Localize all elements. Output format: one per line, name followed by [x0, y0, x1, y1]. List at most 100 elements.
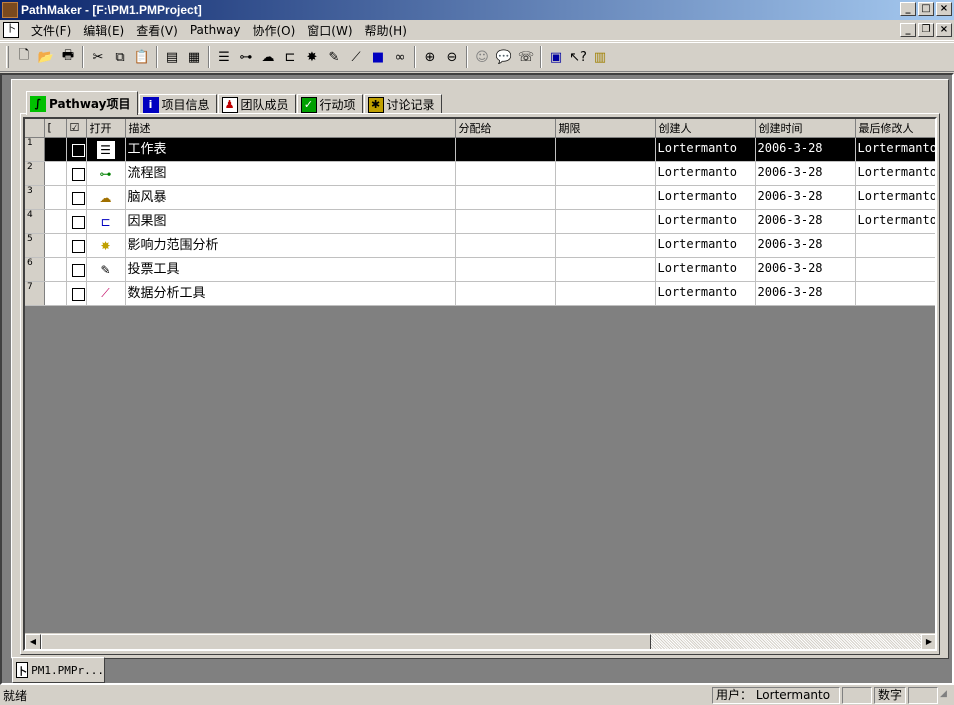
row-number[interactable]: 1 [25, 137, 45, 162]
smiley-icon[interactable]: ☺ [471, 46, 493, 68]
column-header-check[interactable]: ☑ [66, 119, 87, 138]
column-header-creator[interactable]: 创建人 [655, 119, 756, 138]
close-button[interactable]: × [936, 2, 952, 16]
table-row[interactable]: 5 ✸ 影响力范围分析 Lortermanto 2006-3-28 [25, 233, 935, 258]
row-description[interactable]: 投票工具 [125, 257, 456, 282]
impact-analysis-icon[interactable]: ✸ [96, 236, 116, 256]
row-number[interactable]: 4 [25, 209, 45, 234]
row-assigned[interactable] [455, 233, 556, 258]
zoom-out-icon[interactable]: ⊖ [441, 46, 463, 68]
voting-tool-icon[interactable]: ✎ [323, 46, 345, 68]
row-creator[interactable]: Lortermanto [655, 209, 756, 234]
row-modifier[interactable] [855, 281, 935, 306]
row-modifier[interactable]: Lortermanto [855, 209, 935, 234]
row-creator[interactable]: Lortermanto [655, 185, 756, 210]
tab-pathway-project[interactable]: ∫ Pathway项目 [26, 91, 138, 115]
tab-project-info[interactable]: i 项目信息 [138, 94, 217, 114]
row-description[interactable]: 流程图 [125, 161, 456, 186]
flowchart-icon[interactable]: ⊶ [96, 164, 116, 184]
row-due[interactable] [555, 257, 656, 282]
row-created[interactable]: 2006-3-28 [755, 209, 856, 234]
row-assigned[interactable] [455, 137, 556, 162]
table-row[interactable]: 4 ⊏ 因果图 Lortermanto 2006-3-28 Lortermant… [25, 209, 935, 234]
cause-effect-icon[interactable]: ⊏ [96, 212, 116, 232]
size-grip-icon[interactable]: ◢ [940, 689, 954, 703]
mdi-restore-button[interactable]: ❐ [918, 23, 934, 37]
row-description[interactable]: 数据分析工具 [125, 281, 456, 306]
column-header-due[interactable]: 期限 [555, 119, 656, 138]
stage-icon[interactable]: ▦ [183, 46, 205, 68]
row-created[interactable]: 2006-3-28 [755, 233, 856, 258]
cause-effect-icon[interactable]: ⊏ [279, 46, 301, 68]
about-icon[interactable]: ▥ [589, 46, 611, 68]
row-creator[interactable]: Lortermanto [655, 137, 756, 162]
column-header-open[interactable]: 打开 [86, 119, 126, 138]
row-modifier[interactable] [855, 233, 935, 258]
scroll-left-button[interactable]: ◀ [25, 634, 41, 649]
row-modifier[interactable]: Lortermanto [855, 137, 935, 162]
print-icon[interactable]: 🖶 [57, 46, 79, 68]
row-creator[interactable]: Lortermanto [655, 281, 756, 306]
column-header[interactable]: [ [44, 119, 67, 138]
worksheet-icon[interactable]: ☰ [213, 46, 235, 68]
context-help-icon[interactable]: ↖? [567, 46, 589, 68]
row-modifier[interactable]: Lortermanto [855, 161, 935, 186]
voting-tool-icon[interactable]: ✎ [96, 260, 116, 280]
open-icon[interactable]: 📂 [35, 46, 57, 68]
meeting-icon[interactable]: ☏ [515, 46, 537, 68]
row-due[interactable] [555, 281, 656, 306]
paste-icon[interactable]: 📋 [131, 46, 153, 68]
row-checkbox[interactable] [71, 167, 85, 181]
column-header-assigned[interactable]: 分配给 [455, 119, 556, 138]
menu-collaborate[interactable]: 协作(O) [246, 20, 301, 41]
scroll-right-button[interactable]: ▶ [921, 634, 935, 649]
menu-file[interactable]: 文件(F) [25, 20, 77, 41]
table-row[interactable]: 2 ⊶ 流程图 Lortermanto 2006-3-28 Lortermant… [25, 161, 935, 186]
row-checkbox[interactable] [71, 287, 85, 301]
scroll-thumb[interactable] [41, 634, 651, 649]
document-icon[interactable]: 卜 [3, 22, 19, 38]
table-row[interactable]: 6 ✎ 投票工具 Lortermanto 2006-3-28 [25, 257, 935, 282]
row-creator[interactable]: Lortermanto [655, 257, 756, 282]
row-number[interactable]: 3 [25, 185, 45, 210]
column-header-description[interactable]: 描述 [125, 119, 456, 138]
row-modifier[interactable]: Lortermanto [855, 185, 935, 210]
horizontal-scrollbar[interactable]: ◀ ▶ [25, 633, 935, 649]
brainstorm-icon[interactable]: ☁ [257, 46, 279, 68]
tab-team-members[interactable]: ♟ 团队成员 [217, 94, 296, 114]
impact-analysis-icon[interactable]: ✸ [301, 46, 323, 68]
row-description[interactable]: 因果图 [125, 209, 456, 234]
row-number-header[interactable] [25, 119, 45, 138]
tab-discussion[interactable]: ✱ 讨论记录 [363, 94, 442, 114]
sheet-icon[interactable]: ▤ [161, 46, 183, 68]
row-due[interactable] [555, 161, 656, 186]
mdi-minimize-button[interactable]: _ [900, 23, 916, 37]
row-checkbox[interactable] [71, 263, 85, 277]
table-row[interactable]: 7 ⟋ 数据分析工具 Lortermanto 2006-3-28 [25, 281, 935, 306]
menu-pathway[interactable]: Pathway [184, 21, 247, 39]
row-checkbox[interactable] [71, 239, 85, 253]
row-due[interactable] [555, 137, 656, 162]
row-created[interactable]: 2006-3-28 [755, 161, 856, 186]
menu-window[interactable]: 窗口(W) [301, 20, 358, 41]
row-creator[interactable]: Lortermanto [655, 233, 756, 258]
tab-action-items[interactable]: ✓ 行动项 [296, 94, 363, 114]
row-due[interactable] [555, 209, 656, 234]
brainstorm-icon[interactable]: ☁ [96, 188, 116, 208]
row-checkbox[interactable] [71, 215, 85, 229]
row-created[interactable]: 2006-3-28 [755, 281, 856, 306]
row-creator[interactable]: Lortermanto [655, 161, 756, 186]
data-analysis-icon[interactable]: ⟋ [96, 284, 116, 304]
stop-icon[interactable]: ■ [367, 46, 389, 68]
column-header-created[interactable]: 创建时间 [755, 119, 856, 138]
zoom-in-icon[interactable]: ⊕ [419, 46, 441, 68]
row-due[interactable] [555, 185, 656, 210]
worksheet-icon[interactable]: ☰ [95, 139, 116, 160]
row-description[interactable]: 脑风暴 [125, 185, 456, 210]
data-analysis-icon[interactable]: ⟋ [345, 46, 367, 68]
mdi-close-button[interactable]: × [936, 23, 952, 37]
row-created[interactable]: 2006-3-28 [755, 185, 856, 210]
menu-help[interactable]: 帮助(H) [359, 20, 413, 41]
row-due[interactable] [555, 233, 656, 258]
row-assigned[interactable] [455, 281, 556, 306]
